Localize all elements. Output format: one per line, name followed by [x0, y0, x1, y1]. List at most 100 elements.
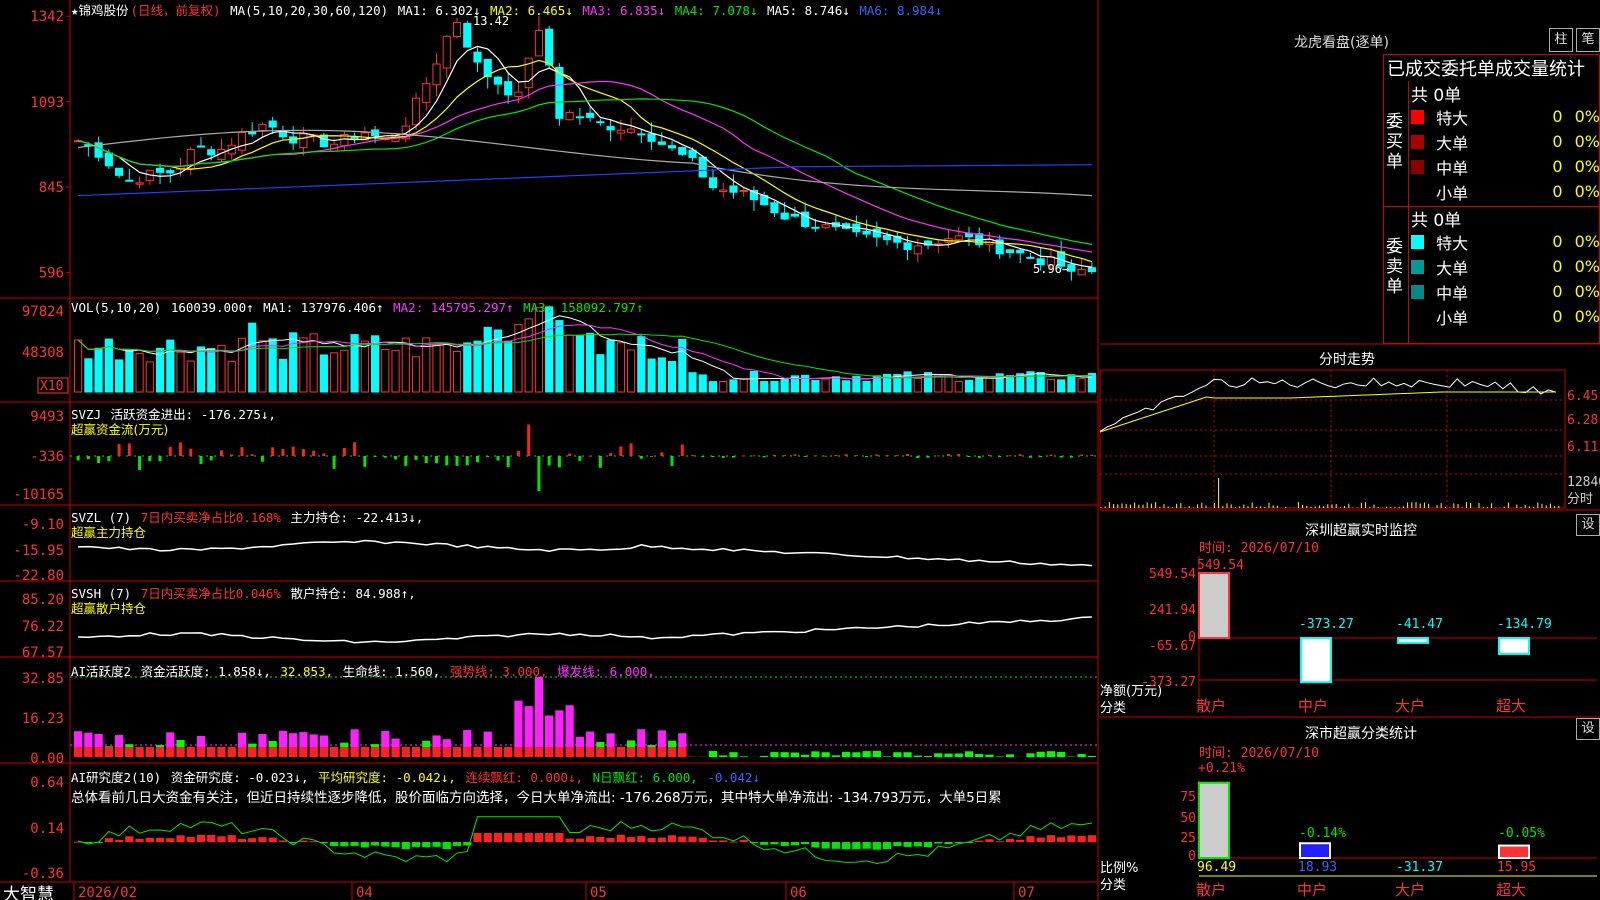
research-bar — [268, 837, 277, 842]
volume-bar — [616, 342, 625, 393]
flow-bar — [260, 456, 264, 462]
volume-bar — [207, 348, 216, 393]
order-row: 小单 0 0% — [1411, 304, 1600, 329]
flow-bar — [414, 456, 418, 460]
candle — [1077, 269, 1086, 276]
bar-mode-button[interactable]: 柱 — [1549, 28, 1573, 52]
candle — [596, 121, 605, 124]
activity-base-bar — [237, 747, 247, 757]
research-bar — [422, 842, 431, 848]
volume-bar — [278, 358, 288, 393]
flow-bar — [998, 456, 1002, 457]
candle — [657, 141, 666, 145]
monitor-bar-label: -41.47 — [1396, 617, 1443, 632]
ai2-l1: 资金研究度: -0.023↓, — [170, 770, 309, 785]
candle — [493, 76, 503, 85]
x-axis-label: 2026/02 — [78, 885, 137, 900]
classify-category: 中户 — [1297, 881, 1327, 899]
research-bar — [923, 842, 933, 848]
activity-base-bar — [104, 747, 113, 757]
volume-bar — [125, 349, 134, 393]
research-bar — [166, 838, 175, 842]
ma-spec: MA(5,10,20,30,60,120) — [230, 3, 389, 18]
stock-chart[interactable]: 1342 1093 845 596 97824 48308 X10 9493 -336 -1016… — [0, 0, 1100, 900]
volume-bar — [217, 344, 226, 393]
activity-base-bar — [504, 747, 513, 757]
svsh-pct: 7日内买卖净占比0.046% — [140, 586, 281, 601]
intraday-tick-label: 6.11 — [1567, 440, 1598, 455]
svzj-sub: 超赢资金流(万元) — [71, 422, 169, 437]
volume-bar — [340, 349, 349, 393]
flow-bar — [179, 442, 183, 456]
activity-base-bar — [74, 747, 83, 757]
volume-bar — [74, 339, 83, 393]
research-bar — [350, 842, 359, 846]
activity-bar — [1005, 754, 1015, 757]
stock-name: ★锦鸡股份 — [71, 3, 129, 18]
classify-settings-button[interactable]: 设 — [1576, 718, 1600, 740]
row-count: 0 — [1552, 257, 1563, 276]
flow-bar — [711, 456, 715, 457]
activity-base-bar — [616, 747, 625, 757]
volume-bar — [135, 352, 144, 393]
activity-base-bar — [114, 747, 124, 757]
classify-category: 散户 — [1196, 881, 1226, 899]
classify-bar — [1299, 842, 1331, 860]
research-bar — [227, 835, 236, 842]
volume-bar — [248, 322, 257, 393]
candle — [586, 112, 595, 118]
research-bar — [575, 838, 584, 842]
research-bar — [678, 836, 687, 842]
vol-tick-label: 48308 — [22, 345, 64, 361]
activity-bar — [780, 752, 789, 757]
activity-base-bar — [432, 747, 441, 757]
buy-total: 共 0单 — [1411, 86, 1462, 106]
classify-bottom-label: 18.93 — [1298, 860, 1337, 875]
row-count: 0 — [1552, 157, 1563, 176]
research-bar — [913, 842, 922, 847]
svzj-tick-label: 9493 — [30, 409, 64, 425]
monitor-bar-label: 549.54 — [1197, 558, 1244, 573]
candle — [504, 81, 513, 96]
research-bar — [862, 842, 871, 849]
brand-label: 大智慧 — [3, 885, 54, 900]
ai1-l3: 生命线: 1.560, — [342, 664, 441, 679]
research-bar — [657, 837, 666, 842]
activity-bar — [954, 753, 963, 757]
ma1-value: MA1: 6.302↓ — [397, 3, 481, 18]
flow-bar — [107, 456, 111, 462]
flow-bar — [424, 456, 428, 463]
flow-bar — [1008, 455, 1012, 457]
flow-bar — [639, 456, 643, 459]
row-name: 中单 — [1436, 158, 1469, 178]
tick-mode-button[interactable]: 笔 — [1576, 28, 1600, 52]
volume-bar — [186, 360, 195, 393]
candle — [463, 22, 472, 48]
svsh-tick-label: 85.20 — [22, 592, 64, 608]
volume-bar — [964, 379, 974, 393]
candle — [667, 145, 677, 149]
flow-bar — [363, 456, 367, 467]
candle — [534, 30, 544, 57]
research-bar — [217, 836, 226, 842]
classify-tick-label: 0 — [1188, 849, 1196, 864]
volume-bar — [903, 371, 912, 393]
research-bar — [719, 840, 728, 842]
volume-bar — [657, 357, 666, 393]
sell-total: 共 0单 — [1411, 211, 1462, 231]
flow-bar — [588, 455, 592, 457]
activity-base-bar — [391, 747, 400, 757]
volume-bar — [954, 381, 963, 393]
row-pct: 0% — [1574, 157, 1600, 176]
candle — [637, 133, 646, 136]
price-tick-label: 1342 — [30, 9, 64, 25]
research-bar — [114, 839, 124, 842]
flow-bar — [885, 455, 889, 457]
candle — [166, 170, 175, 174]
flow-bar — [772, 454, 776, 456]
research-bar — [616, 834, 625, 842]
monitor-settings-button[interactable]: 设 — [1576, 514, 1600, 536]
svzl-pct: 7日内买卖净占比0.168% — [140, 510, 281, 525]
activity-base-bar — [309, 747, 318, 757]
volume-bar — [606, 339, 615, 393]
